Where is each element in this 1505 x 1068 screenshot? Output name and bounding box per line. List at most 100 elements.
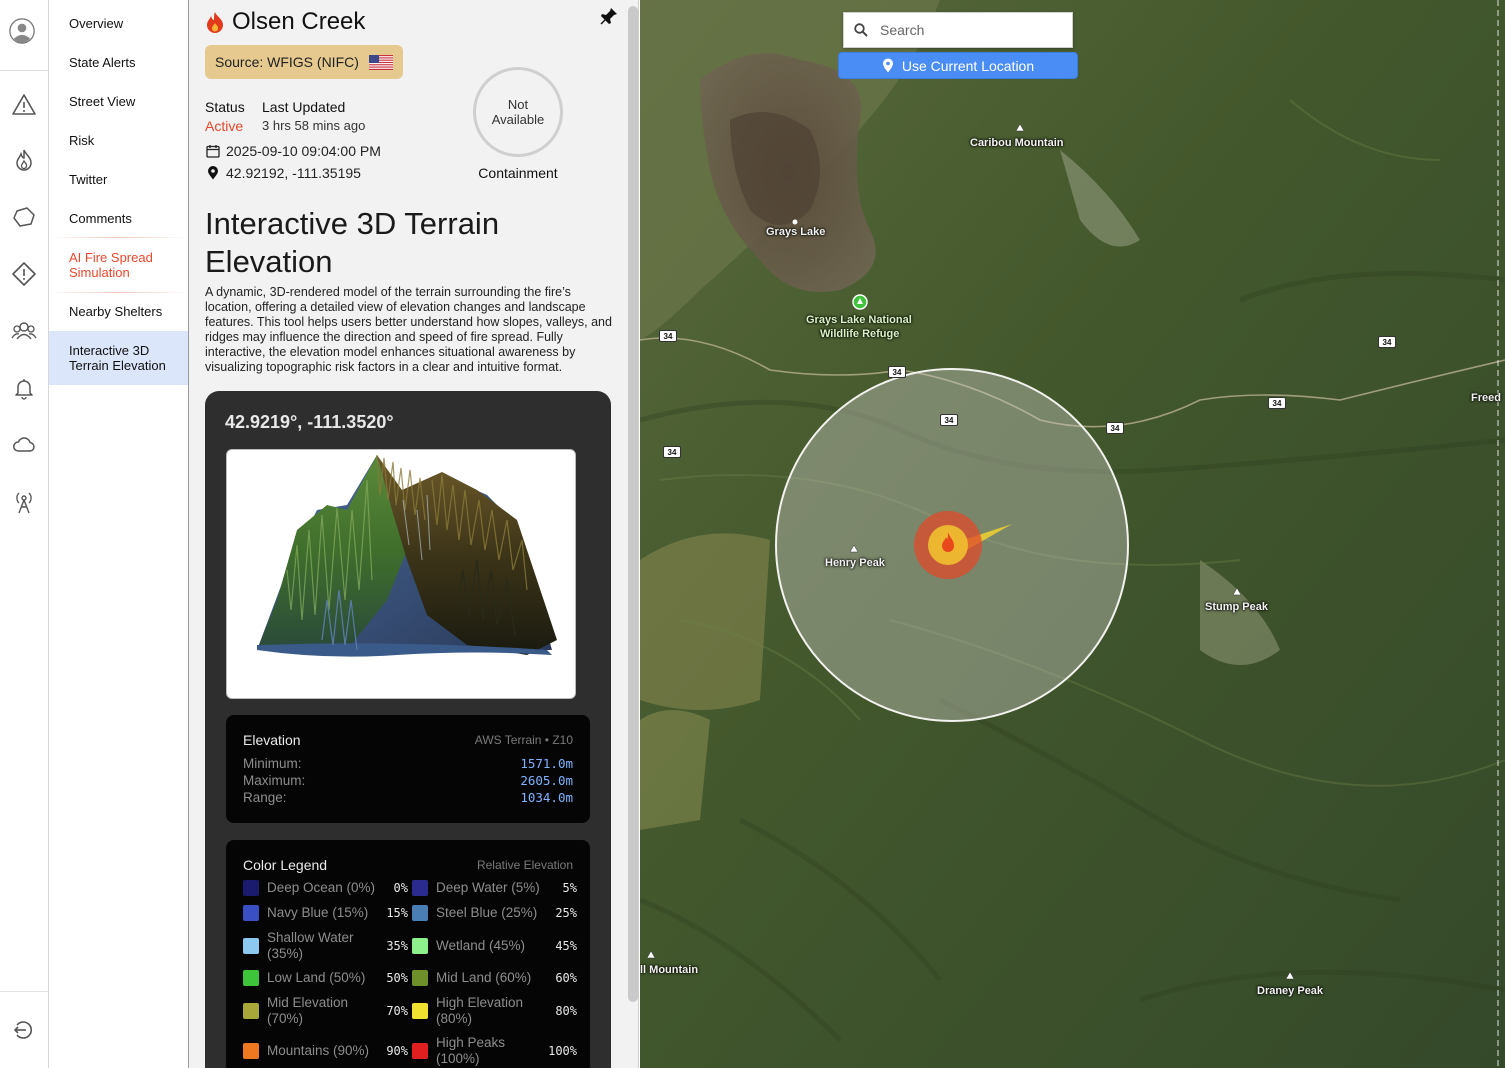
highway-shield: 34 [663, 446, 681, 458]
location-pin-icon [882, 58, 893, 73]
scrollbar-thumb[interactable] [628, 6, 638, 1002]
source-text: Source: WFIGS (NIFC) [215, 54, 359, 70]
containment-value: Not Available [491, 97, 545, 127]
elevation-row-min: Minimum: 1571.0m [243, 756, 573, 771]
legend-subtitle: Relative Elevation [476, 858, 573, 872]
legend-percent: 100% [548, 1044, 577, 1058]
nav-item-label: State Alerts [69, 54, 136, 70]
satellite-map[interactable]: Use Current Location Caribou Mountain Gr… [640, 0, 1505, 1068]
legend-percent: 5% [562, 881, 577, 895]
elevation-value: 2605.0m [520, 773, 573, 788]
use-location-label: Use Current Location [901, 57, 1035, 74]
date-row: 2025-09-10 09:04:00 PM [206, 143, 381, 159]
status-value: Active [205, 118, 244, 134]
legend-swatch [412, 905, 428, 921]
legend-item: Shallow Water (35%) 35% [243, 930, 408, 962]
legend-percent: 70% [386, 1004, 408, 1018]
map-label-freedom: Freed [1471, 392, 1501, 404]
legend-label: Deep Ocean (0%) [267, 880, 376, 895]
nav-item-label: Comments [69, 210, 132, 226]
legend-swatch [243, 1043, 259, 1059]
warning-triangle-icon[interactable] [11, 92, 37, 118]
highway-shield: 34 [1268, 397, 1286, 409]
legend-swatch [412, 880, 428, 896]
legend-item: High Elevation (80%) 80% [412, 995, 577, 1027]
fire-icon[interactable] [11, 147, 37, 173]
search-input[interactable] [880, 22, 1050, 38]
pin-icon[interactable] [599, 6, 619, 26]
containment-label: Containment [478, 165, 558, 181]
highway-shield: 34 [1378, 336, 1396, 348]
nav-item-terrain-elevation[interactable]: Interactive 3D Terrain Elevation [49, 331, 188, 385]
radio-tower-icon[interactable] [11, 489, 37, 515]
legend-item: Steel Blue (25%) 25% [412, 905, 577, 921]
nav-item-nearby-shelters[interactable]: Nearby Shelters [49, 296, 188, 326]
legend-item: Mountains (90%) 90% [243, 1035, 408, 1067]
fire-icon [207, 12, 223, 33]
legend-swatch [243, 970, 259, 986]
status-label: Status [205, 99, 245, 115]
highway-shield: 34 [1106, 422, 1124, 434]
us-flag-icon [368, 54, 393, 70]
coords-row: 42.92192, -111.35195 [206, 165, 361, 181]
map-label-refuge-line1: Grays Lake National [806, 314, 912, 326]
legend-swatch [243, 880, 259, 896]
panel-scrollbar[interactable] [627, 0, 639, 1068]
community-icon[interactable] [11, 318, 37, 344]
cloud-icon[interactable] [11, 432, 37, 458]
highway-shield: 34 [659, 330, 677, 342]
legend-item: Mid Land (60%) 60% [412, 970, 577, 986]
legend-percent: 60% [555, 971, 577, 985]
use-current-location-button[interactable]: Use Current Location [838, 52, 1078, 79]
map-imagery [640, 0, 1505, 1068]
map-label-grays-lake: Grays Lake [766, 226, 826, 238]
alert-diamond-icon[interactable] [11, 261, 37, 287]
source-badge: Source: WFIGS (NIFC) [205, 45, 403, 79]
legend-swatch [243, 1003, 259, 1019]
fire-title: Olsen Creek [206, 8, 365, 36]
search-icon [854, 23, 868, 37]
terrain-render [257, 454, 557, 657]
logout-icon[interactable] [11, 1017, 37, 1043]
section-description: A dynamic, 3D-rendered model of the terr… [205, 285, 612, 374]
fire-coordinates: 42.92192, -111.35195 [226, 165, 361, 181]
legend-label: Deep Water (5%) [436, 880, 540, 895]
elevation-card: Elevation AWS Terrain • Z10 Minimum: 1571… [226, 715, 590, 823]
map-label-stump-peak: Stump Peak [1205, 601, 1268, 613]
legend-label: Navy Blue (15%) [267, 905, 369, 920]
user-avatar-icon[interactable] [9, 18, 39, 48]
nav-item-street-view[interactable]: Street View [49, 86, 188, 116]
legend-label: Mid Land (60%) [436, 970, 532, 985]
terrain-coordinates: 42.9219°, -111.3520° [225, 412, 394, 432]
elevation-source: AWS Terrain • Z10 [474, 733, 573, 747]
legend-swatch [412, 1043, 428, 1059]
nav-item-label: Twitter [69, 171, 108, 187]
nav-item-risk[interactable]: Risk [49, 125, 188, 155]
calendar-icon [206, 145, 220, 158]
perimeter-icon[interactable] [11, 204, 37, 230]
map-search-box[interactable] [843, 12, 1073, 48]
terrain-3d-viewer[interactable] [226, 449, 576, 699]
elevation-label: Minimum: [243, 756, 302, 771]
legend-swatch [243, 938, 259, 954]
nav-item-overview[interactable]: Overview [49, 8, 188, 38]
last-updated-value: 3 hrs 58 mins ago [262, 118, 366, 133]
legend-label: Wetland (45%) [436, 938, 526, 953]
legend-label: Shallow Water (35%) [267, 930, 354, 961]
nav-item-ai-fire-spread[interactable]: AI Fire Spread Simulation [49, 242, 188, 288]
highway-shield: 34 [940, 414, 958, 426]
nav-item-comments[interactable]: Comments [49, 203, 188, 233]
nav-item-label: Overview [69, 15, 124, 31]
legend-percent: 0% [393, 881, 408, 895]
nav-item-label: AI Fire Spread Simulation [69, 250, 153, 280]
legend-item: High Peaks (100%) 100% [412, 1035, 577, 1067]
nav-item-twitter[interactable]: Twitter [49, 164, 188, 194]
legend-percent: 90% [386, 1044, 408, 1058]
color-legend-card: Color Legend Relative Elevation Deep Oce… [226, 840, 590, 1068]
containment-ring: Not Available [473, 67, 563, 157]
legend-item: Deep Ocean (0%) 0% [243, 880, 408, 896]
nav-item-state-alerts[interactable]: State Alerts [49, 47, 188, 77]
legend-percent: 80% [555, 1004, 577, 1018]
legend-percent: 45% [555, 939, 577, 953]
bell-icon[interactable] [11, 375, 37, 401]
